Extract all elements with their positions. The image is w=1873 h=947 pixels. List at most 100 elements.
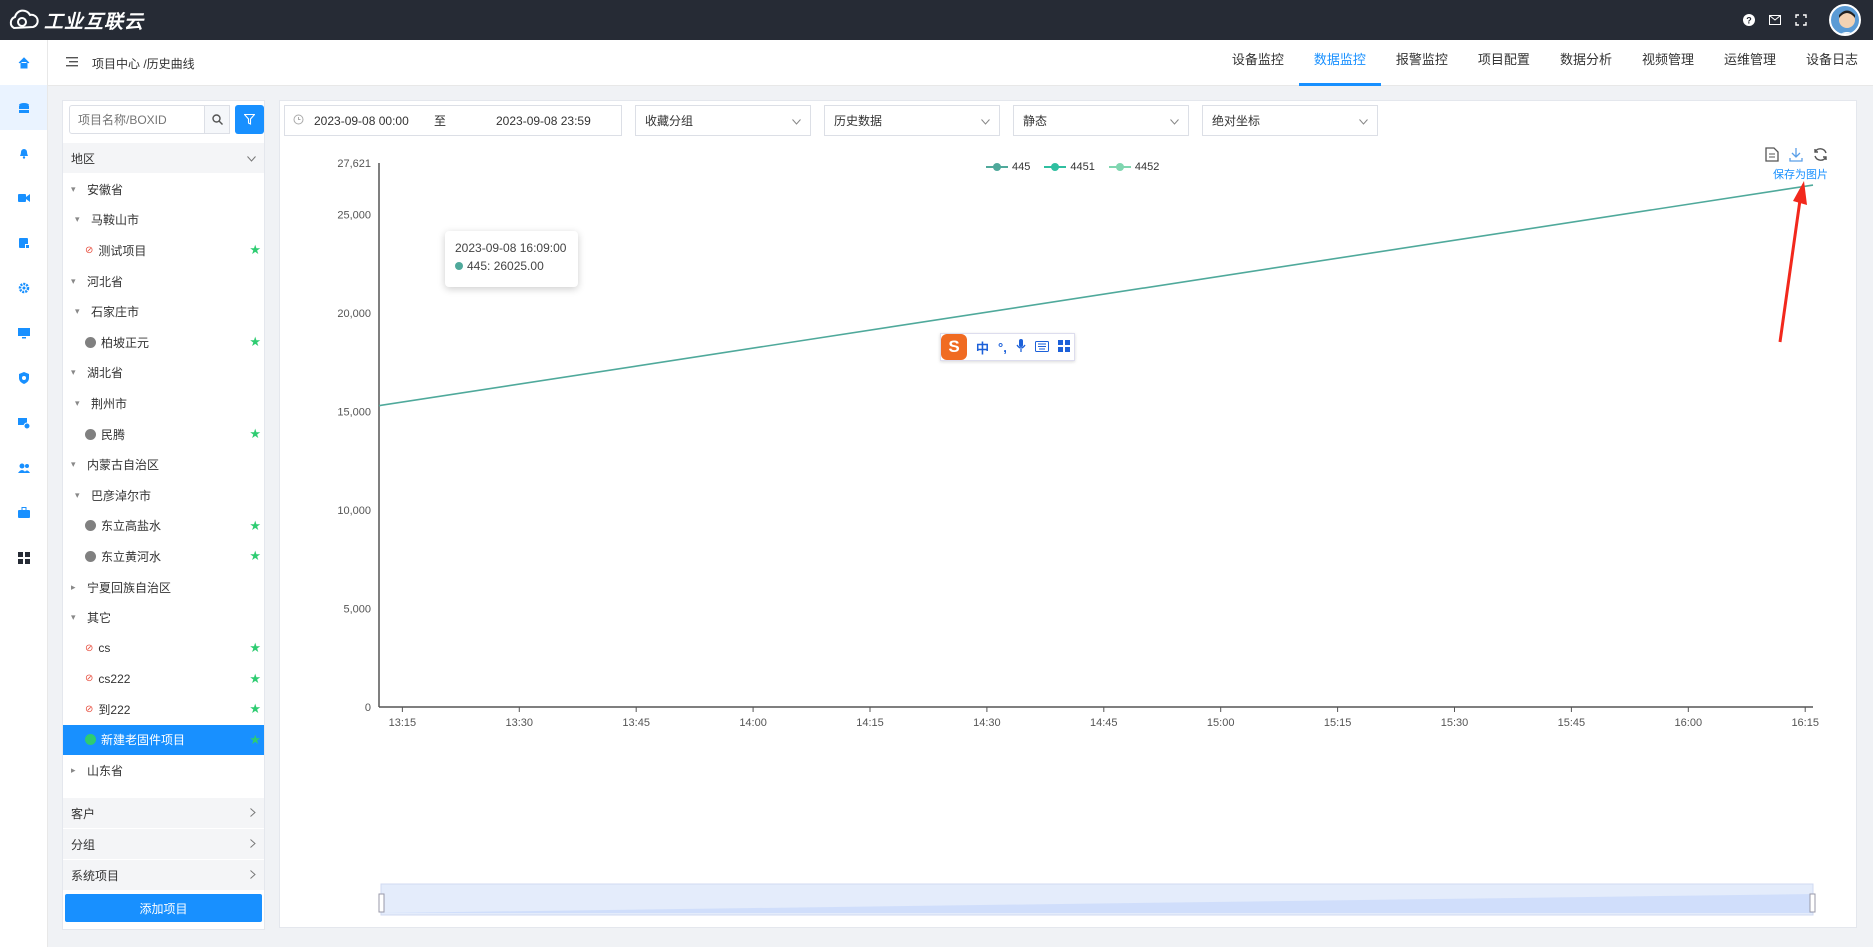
app-logo[interactable]: 工业互联云 [6, 7, 144, 34]
menu-toggle-icon[interactable] [66, 56, 78, 70]
tree-node[interactable]: 柏坡正元 ★ [63, 327, 264, 358]
caret-down-icon[interactable]: ▾ [71, 367, 81, 378]
project-search-input[interactable] [69, 105, 205, 134]
ime-mode[interactable]: 中 [976, 338, 989, 357]
video-icon[interactable] [0, 175, 47, 220]
tree-node[interactable]: ⊘ 测试项目 ★ [63, 235, 264, 266]
briefcase-icon[interactable] [0, 490, 47, 535]
ime-toolbar[interactable]: S 中 °, [940, 333, 1075, 361]
fullscreen-icon[interactable] [1795, 14, 1807, 26]
tree-node[interactable]: ⊘ cs ★ [63, 633, 264, 664]
tree-node[interactable]: 东立黄河水 ★ [63, 541, 264, 572]
tree-node[interactable]: 东立高盐水 ★ [63, 511, 264, 542]
favorite-star-icon[interactable]: ★ [249, 548, 261, 564]
end-date-value[interactable]: 2023-09-08 23:59 [496, 114, 591, 128]
tree-node[interactable]: 民腾 ★ [63, 419, 264, 450]
apps-icon[interactable] [1057, 339, 1070, 355]
user-avatar[interactable] [1829, 4, 1861, 36]
favorite-star-icon[interactable]: ★ [249, 732, 261, 748]
data-type-select[interactable]: 历史数据 [824, 105, 1000, 136]
device-settings-icon[interactable] [0, 400, 47, 445]
chart-legend: 445 4451 4452 [986, 161, 1159, 173]
tree-node[interactable]: ▾ 马鞍山市 [63, 205, 264, 236]
section-groups-label: 分组 [71, 837, 96, 852]
caret-down-icon[interactable]: ▾ [71, 276, 81, 287]
coordinate-select[interactable]: 绝对坐标 [1202, 105, 1378, 136]
tree-node[interactable]: ⊘ 到222 ★ [63, 694, 264, 725]
favorite-star-icon[interactable]: ★ [249, 518, 261, 534]
tree-node[interactable]: ▸ 山东省 [63, 755, 264, 786]
tab-data-monitor[interactable]: 数据监控 [1298, 40, 1381, 86]
storage-icon[interactable] [0, 220, 47, 265]
tab-video-management[interactable]: 视频管理 [1627, 40, 1709, 86]
caret-right-icon[interactable]: ▸ [71, 765, 81, 776]
tree-node-label: cs [98, 641, 111, 656]
keyboard-icon[interactable] [1034, 340, 1049, 355]
search-icon[interactable] [204, 105, 230, 134]
legend-item-4452[interactable]: 4452 [1108, 161, 1159, 173]
tab-device-monitor[interactable]: 设备监控 [1217, 40, 1299, 86]
bell-icon[interactable] [0, 130, 47, 175]
caret-down-icon[interactable]: ▾ [75, 398, 85, 409]
legend-item-445[interactable]: 445 [986, 161, 1030, 173]
tree-node[interactable]: ▾ 巴彦淖尔市 [63, 480, 264, 511]
favorite-star-icon[interactable]: ★ [249, 334, 261, 350]
section-groups[interactable]: 分组 [63, 829, 264, 859]
caret-down-icon[interactable]: ▾ [75, 214, 85, 225]
favorite-star-icon[interactable]: ★ [249, 671, 261, 687]
section-customers[interactable]: 客户 [63, 798, 264, 828]
series-line-445[interactable] [378, 184, 1814, 407]
caret-right-icon[interactable]: ▸ [71, 582, 81, 593]
line-chart[interactable]: 0 5,000 10,000 15,000 20,000 25,000 27,621 13:… [280, 101, 1858, 929]
help-icon[interactable]: ? [1743, 14, 1755, 26]
section-system-projects[interactable]: 系统项目 [63, 860, 264, 890]
tab-ops-management[interactable]: 运维管理 [1709, 40, 1791, 86]
caret-down-icon[interactable]: ▾ [75, 306, 85, 317]
tree-node[interactable]: ▾ 荆州市 [63, 388, 264, 419]
date-range-picker[interactable]: 2023-09-08 00:00 至 2023-09-08 23:59 [284, 105, 622, 136]
grid-icon[interactable] [0, 535, 47, 580]
download-icon[interactable] [1789, 147, 1803, 165]
caret-down-icon[interactable]: ▾ [71, 184, 81, 195]
tree-node[interactable]: ▾ 石家庄市 [63, 296, 264, 327]
database-icon[interactable] [0, 85, 47, 130]
tree-node[interactable]: ▾ 河北省 [63, 266, 264, 297]
tree-node[interactable]: ▾ 安徽省 [63, 174, 264, 205]
favorite-star-icon[interactable]: ★ [249, 701, 261, 717]
data-zoom-slider[interactable] [378, 883, 1816, 916]
legend-item-4451[interactable]: 4451 [1044, 161, 1095, 173]
ime-punct[interactable]: °, [998, 340, 1007, 355]
caret-down-icon[interactable]: ▾ [71, 612, 81, 623]
add-project-button[interactable]: 添加项目 [65, 894, 262, 922]
tree-node[interactable]: 新建老固件项目 ★ [63, 724, 264, 756]
refresh-icon[interactable] [1813, 147, 1828, 165]
tree-node[interactable]: ▾ 湖北省 [63, 358, 264, 389]
caret-down-icon[interactable]: ▾ [75, 490, 85, 501]
mail-icon[interactable] [1769, 14, 1781, 26]
tab-alarm-monitor[interactable]: 报警监控 [1381, 40, 1463, 86]
favorite-star-icon[interactable]: ★ [249, 242, 261, 258]
section-region[interactable]: 地区 [63, 143, 264, 173]
filter-icon[interactable] [235, 105, 264, 134]
shield-icon[interactable] [0, 355, 47, 400]
home-icon[interactable] [0, 40, 47, 85]
caret-down-icon[interactable]: ▾ [71, 459, 81, 470]
users-icon[interactable] [0, 445, 47, 490]
favorite-group-select[interactable]: 收藏分组 [635, 105, 811, 136]
microphone-icon[interactable] [1016, 338, 1026, 356]
favorite-star-icon[interactable]: ★ [249, 426, 261, 442]
tab-project-config[interactable]: 项目配置 [1463, 40, 1545, 86]
mode-select[interactable]: 静态 [1013, 105, 1189, 136]
sogou-logo-icon[interactable]: S [941, 334, 967, 360]
settings-icon[interactable] [0, 265, 47, 310]
favorite-star-icon[interactable]: ★ [249, 640, 261, 656]
start-date-value[interactable]: 2023-09-08 00:00 [314, 114, 424, 128]
data-view-icon[interactable] [1765, 147, 1779, 165]
tree-node[interactable]: ▾ 其它 [63, 602, 264, 633]
monitor-icon[interactable] [0, 310, 47, 355]
tree-node[interactable]: ▸ 宁夏回族自治区 [63, 572, 264, 603]
tree-node[interactable]: ⊘ cs222 ★ [63, 664, 264, 695]
tab-device-log[interactable]: 设备日志 [1791, 40, 1873, 86]
tab-data-analysis[interactable]: 数据分析 [1545, 40, 1627, 86]
tree-node[interactable]: ▾ 内蒙古自治区 [63, 449, 264, 480]
